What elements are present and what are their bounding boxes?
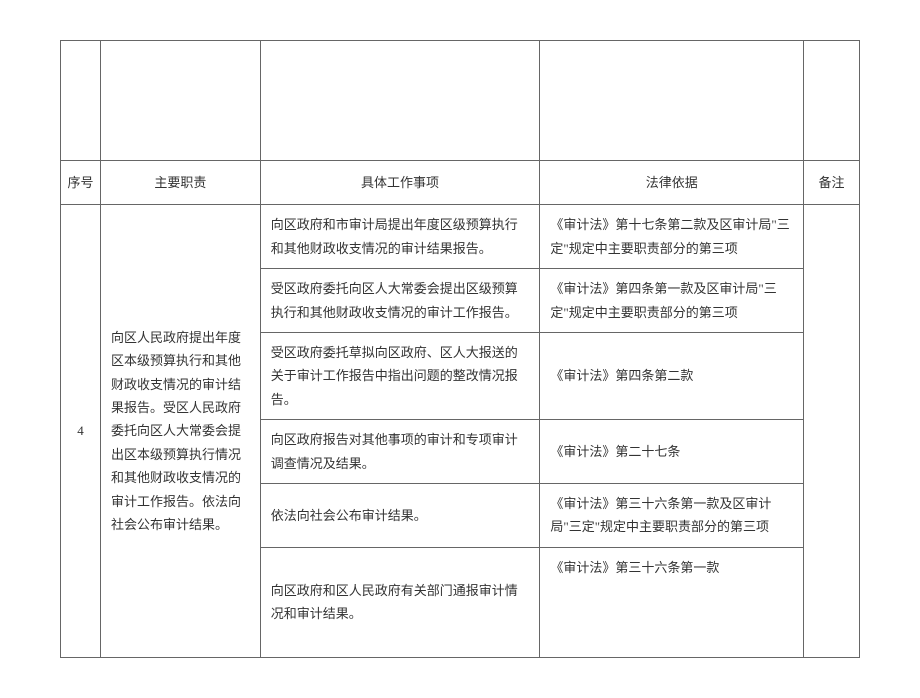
header-work: 具体工作事项 bbox=[260, 161, 540, 205]
legal-item-5: 《审计法》第三十六条第一款及区审计局"三定"规定中主要职责部分的第三项 bbox=[540, 483, 804, 547]
header-row: 序号 主要职责 具体工作事项 法律依据 备注 bbox=[61, 161, 860, 205]
row-responsibility: 向区人民政府提出年度区本级预算执行和其他财政收支情况的审计结果报告。受区人民政府… bbox=[100, 205, 260, 657]
legal-item-2: 《审计法》第四条第一款及区审计局"三定"规定中主要职责部分的第三项 bbox=[540, 269, 804, 333]
note-cell bbox=[804, 205, 860, 657]
legal-item-6: 《审计法》第三十六条第一款 bbox=[540, 547, 804, 657]
work-item-6: 向区政府和区人民政府有关部门通报审计情况和审计结果。 bbox=[260, 547, 540, 657]
empty-top-row bbox=[61, 41, 860, 161]
legal-item-3: 《审计法》第四条第二款 bbox=[540, 332, 804, 419]
header-responsibility: 主要职责 bbox=[100, 161, 260, 205]
empty-cell bbox=[100, 41, 260, 161]
legal-item-4: 《审计法》第二十七条 bbox=[540, 420, 804, 484]
header-legal: 法律依据 bbox=[540, 161, 804, 205]
work-item-2: 受区政府委托向区人大常委会提出区级预算执行和其他财政收支情况的审计工作报告。 bbox=[260, 269, 540, 333]
data-row-1: 4 向区人民政府提出年度区本级预算执行和其他财政收支情况的审计结果报告。受区人民… bbox=[61, 205, 860, 269]
header-num: 序号 bbox=[61, 161, 101, 205]
empty-cell bbox=[804, 41, 860, 161]
document-table: 序号 主要职责 具体工作事项 法律依据 备注 4 向区人民政府提出年度区本级预算… bbox=[60, 40, 860, 658]
work-item-3: 受区政府委托草拟向区政府、区人大报送的关于审计工作报告中指出问题的整改情况报告。 bbox=[260, 332, 540, 419]
header-note: 备注 bbox=[804, 161, 860, 205]
legal-item-1: 《审计法》第十七条第二款及区审计局"三定"规定中主要职责部分的第三项 bbox=[540, 205, 804, 269]
empty-cell bbox=[260, 41, 540, 161]
empty-cell bbox=[61, 41, 101, 161]
row-number: 4 bbox=[61, 205, 101, 657]
work-item-4: 向区政府报告对其他事项的审计和专项审计调查情况及结果。 bbox=[260, 420, 540, 484]
empty-cell bbox=[540, 41, 804, 161]
work-item-5: 依法向社会公布审计结果。 bbox=[260, 483, 540, 547]
work-item-1: 向区政府和市审计局提出年度区级预算执行和其他财政收支情况的审计结果报告。 bbox=[260, 205, 540, 269]
